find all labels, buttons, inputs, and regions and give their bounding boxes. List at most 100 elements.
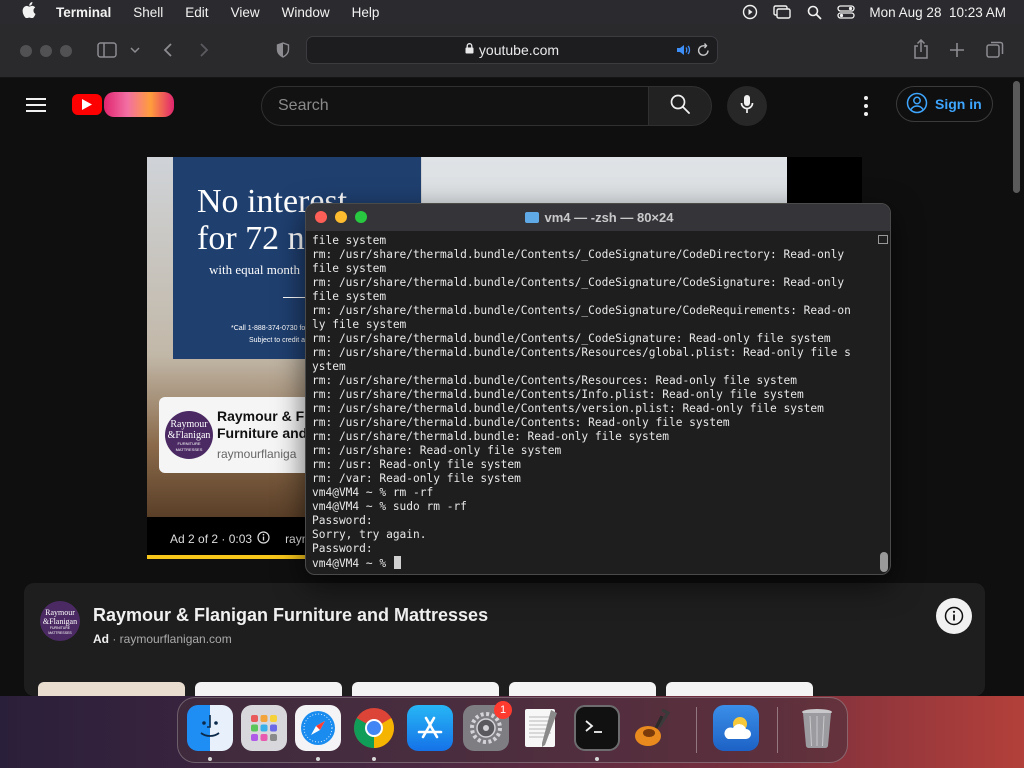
- terminal-line: Password:: [312, 542, 373, 555]
- screen-mirroring-icon[interactable]: [773, 3, 792, 21]
- ad-product-thumbnail[interactable]: [509, 682, 656, 696]
- ad-product-thumbnail[interactable]: [352, 682, 499, 696]
- advertiser-panel-logo[interactable]: Raymour &Flanigan FURNITURE MATTRESSES: [40, 601, 80, 641]
- advertiser-subtitle: Ad · raymourflanigan.com: [93, 632, 232, 646]
- account-circle-icon: [906, 92, 928, 117]
- finder-icon[interactable]: [187, 705, 233, 751]
- notification-badge: 1: [494, 701, 512, 719]
- sign-in-label: Sign in: [935, 96, 982, 112]
- app-store-icon[interactable]: [407, 705, 453, 751]
- terminal-line: rm: /usr/share: Read-only file system: [312, 444, 562, 457]
- tab-overview-icon[interactable]: [985, 40, 1005, 60]
- settings-more-icon[interactable]: [858, 96, 874, 116]
- menu-edit[interactable]: Edit: [185, 5, 208, 20]
- new-tab-plus-icon[interactable]: [948, 41, 966, 59]
- ad-progress-fill: [147, 555, 306, 559]
- terminal-prompt-line[interactable]: vm4@VM4 ~ %: [312, 556, 872, 570]
- page-scrollbar[interactable]: [1013, 81, 1020, 193]
- terminal-line: vm4@VM4 ~ %: [312, 557, 393, 570]
- advertiser-title[interactable]: Raymour & Flanigan Furniture and Mattres…: [93, 605, 488, 626]
- terminal-minimize-button[interactable]: [335, 211, 347, 223]
- terminal-line: file system: [312, 290, 387, 303]
- address-bar-url: youtube.com: [478, 42, 560, 58]
- window-zoom-button[interactable]: [60, 45, 72, 57]
- terminal-scrollbar[interactable]: [880, 552, 888, 572]
- folder-icon: [524, 212, 539, 223]
- control-center-icon[interactable]: [837, 3, 856, 21]
- dock-separator: [777, 707, 778, 753]
- dock: 1: [177, 697, 848, 763]
- chrome-icon[interactable]: [351, 705, 397, 751]
- search-icon: [670, 94, 690, 119]
- terminal-close-button[interactable]: [315, 211, 327, 223]
- chevron-down-icon[interactable]: [128, 44, 142, 56]
- launchpad-icon[interactable]: [241, 705, 287, 751]
- privacy-shield-icon[interactable]: [275, 41, 291, 59]
- safari-icon[interactable]: [295, 705, 341, 751]
- dock-running-indicator: [316, 757, 320, 761]
- youtube-doodle-logo[interactable]: [104, 92, 174, 117]
- sidebar-toggle-icon[interactable]: [96, 41, 118, 59]
- menubar-clock[interactable]: Mon Aug 28 10:23 AM: [869, 5, 1006, 20]
- terminal-line: file system: [312, 234, 387, 247]
- reload-icon[interactable]: [697, 43, 710, 60]
- terminal-line: rm: /usr/share/thermald.bundle/Contents/…: [312, 248, 845, 261]
- guide-menu-icon[interactable]: [26, 98, 46, 112]
- terminal-icon[interactable]: [574, 705, 620, 751]
- terminal-zoom-button[interactable]: [355, 211, 367, 223]
- advertiser-info-button[interactable]: [936, 598, 972, 634]
- ad-product-thumbnail[interactable]: [195, 682, 342, 696]
- terminal-split-icon[interactable]: [878, 235, 888, 244]
- terminal-titlebar[interactable]: vm4 — -zsh — 80×24: [306, 204, 890, 231]
- terminal-line: rm: /usr/share/thermald.bundle/Contents:…: [312, 416, 730, 429]
- media-play-icon[interactable]: [741, 3, 759, 21]
- sign-in-button[interactable]: Sign in: [896, 86, 993, 122]
- text-cursor: [393, 556, 401, 569]
- menu-app-name[interactable]: Terminal: [56, 5, 111, 20]
- speaker-audio-icon[interactable]: [676, 43, 691, 60]
- terminal-line: rm: /var: Read-only file system: [312, 472, 521, 485]
- advertiser-logo: Raymour &Flanigan FURNITURE MATTRESSES: [165, 411, 213, 459]
- dock-separator: [696, 707, 697, 753]
- ad-product-thumbnail[interactable]: [38, 682, 185, 696]
- dock-running-indicator: [595, 757, 599, 761]
- terminal-line: vm4@VM4 ~ % sudo rm -rf: [312, 500, 467, 513]
- terminal-line: rm: /usr/share/thermald.bundle: Read-onl…: [312, 430, 669, 443]
- youtube-logo-icon[interactable]: [72, 94, 102, 115]
- menu-shell[interactable]: Shell: [133, 5, 163, 20]
- window-minimize-button[interactable]: [40, 45, 52, 57]
- apple-menu-icon[interactable]: [18, 2, 40, 22]
- voice-search-button[interactable]: [727, 86, 767, 126]
- ad-counter: Ad 2 of 2 · 0:03: [170, 532, 253, 546]
- textedit-icon[interactable]: [518, 705, 564, 751]
- share-icon[interactable]: [912, 39, 930, 59]
- search-input[interactable]: Search: [261, 86, 649, 126]
- terminal-output[interactable]: file system rm: /usr/share/thermald.bundl…: [312, 234, 872, 572]
- dock-running-indicator: [372, 757, 376, 761]
- menu-help[interactable]: Help: [352, 5, 380, 20]
- terminal-window[interactable]: vm4 — -zsh — 80×24 file system rm: /usr/s…: [305, 203, 891, 575]
- info-icon[interactable]: [257, 531, 270, 547]
- ad-card-title-2: Furniture and: [217, 425, 308, 441]
- terminal-line: rm: /usr/share/thermald.bundle/Contents/…: [312, 388, 804, 401]
- forward-arrow-icon[interactable]: [196, 41, 212, 59]
- back-arrow-icon[interactable]: [160, 41, 176, 59]
- weather-icon[interactable]: [713, 705, 759, 751]
- menu-window[interactable]: Window: [282, 5, 330, 20]
- terminal-line: rm: /usr: Read-only file system: [312, 458, 521, 471]
- garageband-icon[interactable]: [629, 705, 675, 751]
- terminal-line: vm4@VM4 ~ % rm -rf: [312, 486, 434, 499]
- system-settings-icon[interactable]: 1: [463, 701, 512, 751]
- window-close-button[interactable]: [20, 45, 32, 57]
- spotlight-search-icon[interactable]: [805, 3, 823, 21]
- terminal-line: rm: /usr/share/thermald.bundle/Contents/…: [312, 374, 797, 387]
- terminal-line: Password:: [312, 514, 373, 527]
- menu-view[interactable]: View: [231, 5, 260, 20]
- address-bar[interactable]: youtube.com: [306, 36, 718, 64]
- search-button[interactable]: [648, 86, 712, 126]
- advertiser-domain[interactable]: · raymourflanigan.com: [109, 632, 231, 646]
- browser-toolbar: youtube.com: [0, 24, 1024, 78]
- ad-product-thumbnail[interactable]: [666, 682, 813, 696]
- trash-icon[interactable]: [794, 705, 840, 751]
- terminal-line: rm: /usr/share/thermald.bundle/Contents/…: [312, 304, 851, 317]
